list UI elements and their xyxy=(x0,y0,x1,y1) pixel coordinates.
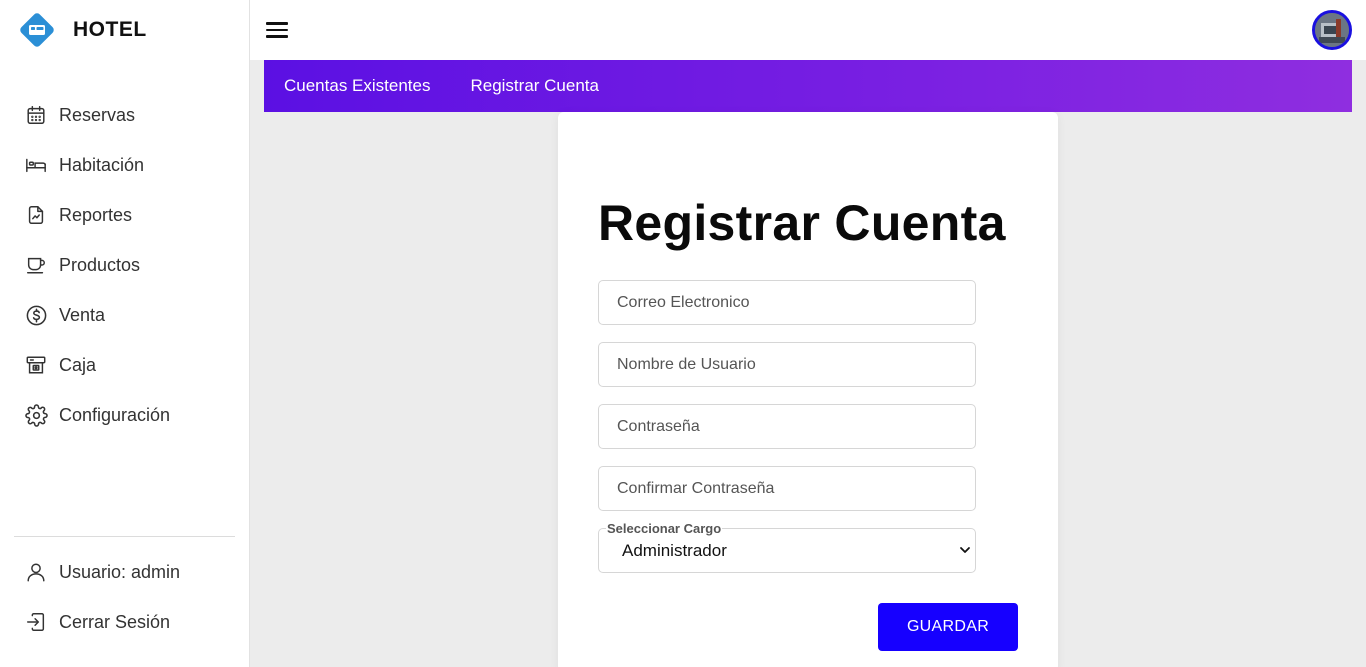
cash-register-icon xyxy=(24,353,48,377)
topbar xyxy=(250,0,1366,60)
avatar[interactable] xyxy=(1312,10,1352,50)
sidebar-divider xyxy=(14,536,235,537)
report-icon xyxy=(24,203,48,227)
save-button[interactable]: GUARDAR xyxy=(878,603,1018,651)
username-field[interactable] xyxy=(598,342,976,387)
logout-button[interactable]: Cerrar Sesión xyxy=(0,597,249,647)
page-title: Registrar Cuenta xyxy=(598,195,1006,251)
tab-bar: Cuentas Existentes Registrar Cuenta xyxy=(264,60,1352,112)
calendar-icon xyxy=(24,103,48,127)
brand[interactable]: HOTEL xyxy=(18,11,147,49)
role-select-label: Seleccionar Cargo xyxy=(606,521,723,537)
sidebar-item-label: Habitación xyxy=(59,154,145,175)
sidebar-item-label: Cerrar Sesión xyxy=(59,611,171,632)
sidebar-item-label: Productos xyxy=(59,254,141,275)
role-select[interactable]: Seleccionar Cargo Administrador xyxy=(598,521,976,573)
cup-icon xyxy=(24,253,48,277)
sidebar-item-label: Reportes xyxy=(59,204,133,225)
role-select-value: Administrador xyxy=(622,541,727,560)
sidebar-item-venta[interactable]: Venta xyxy=(0,290,249,340)
confirm-password-field[interactable] xyxy=(598,466,976,511)
avatar-image xyxy=(1315,13,1349,47)
sidebar-item-habitacion[interactable]: Habitación xyxy=(0,140,249,190)
brand-name: HOTEL xyxy=(73,18,147,41)
bed-icon xyxy=(20,13,54,47)
tab-cuentas-existentes[interactable]: Cuentas Existentes xyxy=(284,76,430,96)
sidebar-nav: Reservas Habitación Reportes Productos V… xyxy=(0,90,249,440)
password-field[interactable] xyxy=(598,404,976,449)
sidebar-item-label: Reservas xyxy=(59,104,136,125)
sidebar-item-label: Venta xyxy=(59,304,106,325)
sidebar-item-reservas[interactable]: Reservas xyxy=(0,90,249,140)
sidebar-item-reportes[interactable]: Reportes xyxy=(0,190,249,240)
sidebar-item-label: Configuración xyxy=(59,404,171,425)
bed-icon xyxy=(24,153,48,177)
hamburger-icon[interactable] xyxy=(266,19,288,41)
sidebar-item-productos[interactable]: Productos xyxy=(0,240,249,290)
register-account-card: Registrar Cuenta Seleccionar Cargo Admin… xyxy=(558,112,1058,667)
user-icon xyxy=(24,560,48,584)
logout-icon xyxy=(24,610,48,634)
sidebar-item-label: Usuario: admin xyxy=(59,561,181,582)
sidebar-item-configuracion[interactable]: Configuración xyxy=(0,390,249,440)
gear-icon xyxy=(24,403,48,427)
sidebar-bottom: Usuario: admin Cerrar Sesión xyxy=(0,547,249,647)
sidebar: HOTEL Reservas Habitación Reportes Produ… xyxy=(0,0,250,667)
sidebar-item-label: Caja xyxy=(59,354,97,375)
chevron-down-icon xyxy=(960,547,970,553)
tab-registrar-cuenta[interactable]: Registrar Cuenta xyxy=(470,76,599,96)
sidebar-item-usuario[interactable]: Usuario: admin xyxy=(0,547,249,597)
dollar-icon xyxy=(24,303,48,327)
sidebar-item-caja[interactable]: Caja xyxy=(0,340,249,390)
email-field[interactable] xyxy=(598,280,976,325)
